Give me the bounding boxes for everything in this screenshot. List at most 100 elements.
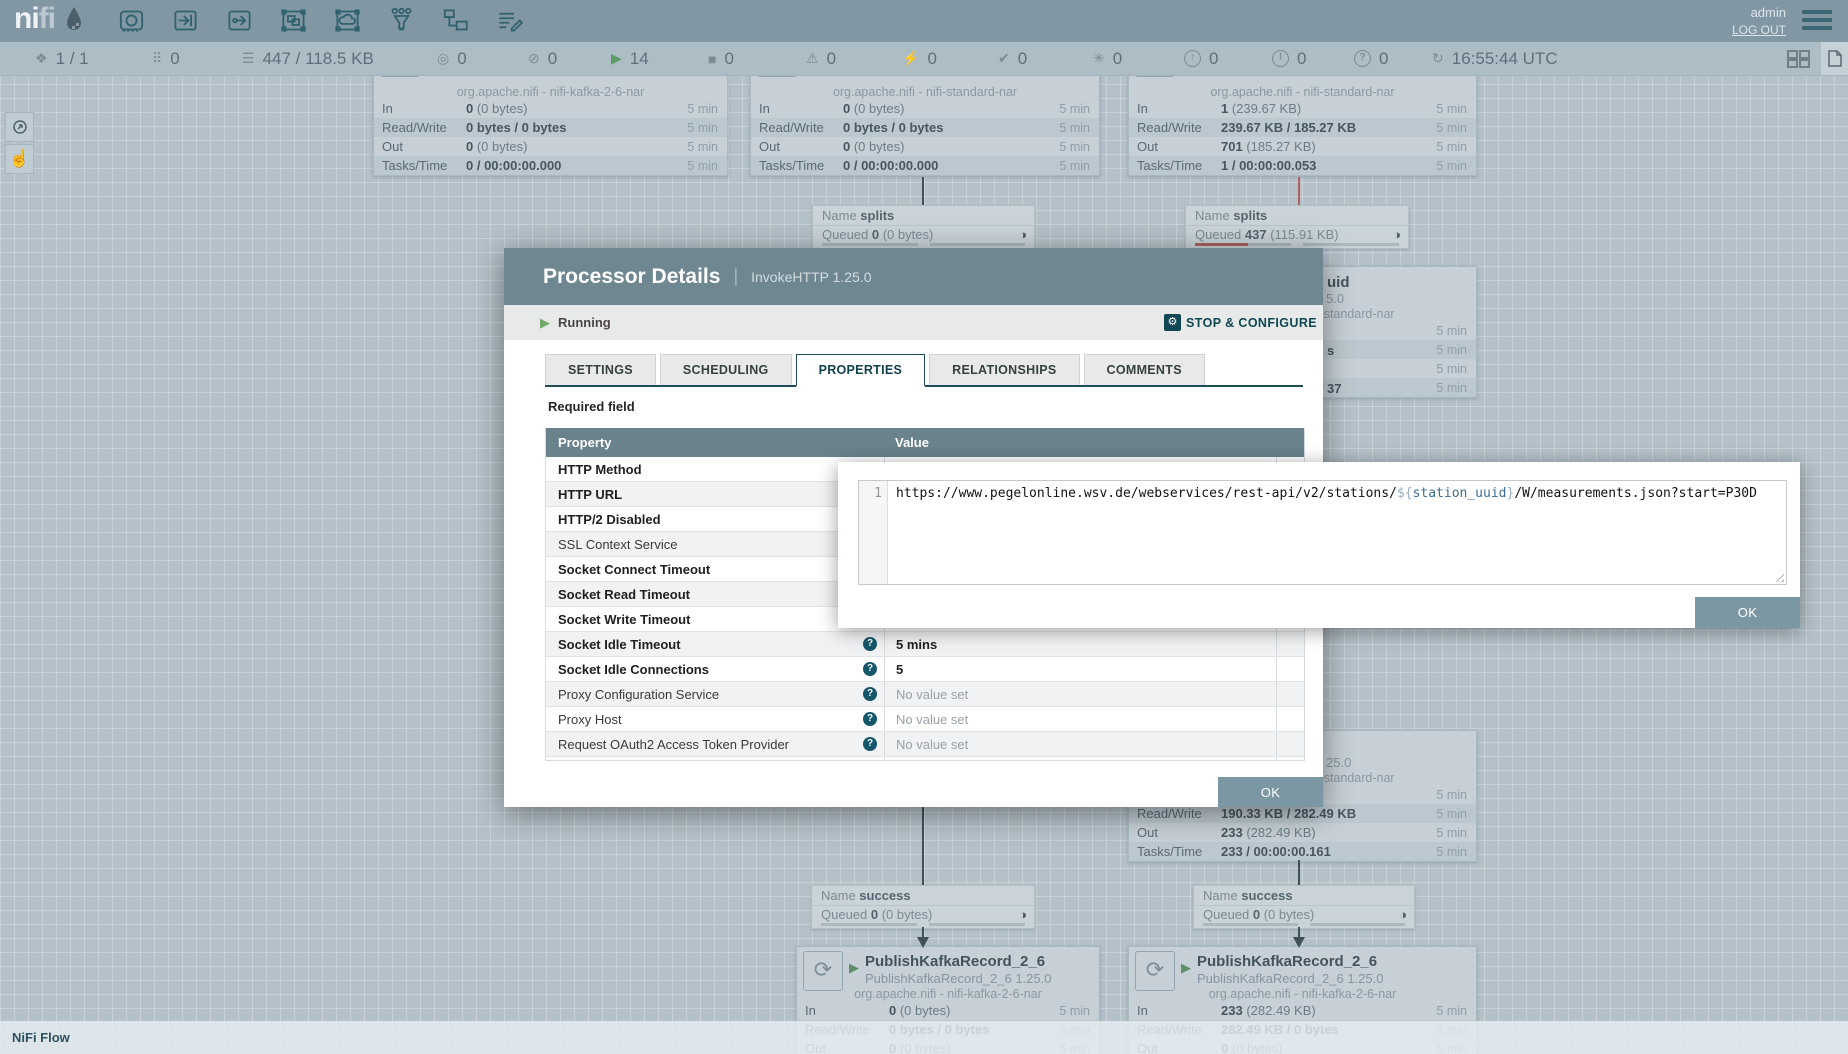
template-tool[interactable] (442, 7, 469, 34)
property-value[interactable]: 5 (884, 657, 1276, 681)
funnel-tool[interactable] (388, 7, 415, 34)
help-question-icon[interactable]: ? (863, 662, 877, 676)
connection-line[interactable] (922, 927, 924, 937)
tab-comments[interactable]: COMMENTS (1084, 354, 1205, 385)
value-column-header: Value (884, 435, 1276, 450)
property-value[interactable]: No value set (884, 682, 1276, 706)
status-threads-count: 0 (170, 49, 179, 69)
status-invalid: ⚠0 (806, 42, 836, 75)
stat-row: Tasks/Time0 / 00:00:00.0005 min (751, 156, 1099, 175)
output-port-tool[interactable] (226, 7, 253, 34)
load-balance-icon: ◑ (1393, 226, 1401, 243)
tab-properties[interactable]: PROPERTIES (796, 354, 926, 387)
processor-tool[interactable] (118, 7, 145, 34)
compass-arrow-icon (12, 119, 28, 135)
current-user: admin (1732, 5, 1786, 20)
status-stopped-count: 0 (724, 49, 733, 69)
stat-row: Tasks/Time0 / 00:00:00.0005 min (374, 156, 727, 175)
tab-scheduling[interactable]: SCHEDULING (660, 354, 792, 385)
value-editor[interactable]: 1 https://www.pegelonline.wsv.de/webserv… (858, 480, 1787, 585)
dialog-ok-button[interactable]: OK (1218, 777, 1323, 807)
value-editor-code[interactable]: https://www.pegelonline.wsv.de/webservic… (888, 481, 1786, 584)
connection-name: Name success (1194, 886, 1414, 906)
property-extra-cell (1276, 682, 1304, 706)
stat-row: Tasks/Time1 / 00:00:00.0535 min (1129, 156, 1476, 175)
logout-link[interactable]: LOG OUT (1732, 23, 1786, 37)
processor-bundle: org.apache.nifi - nifi-standard-nar (751, 85, 1099, 99)
stat-row: Read/Write0 bytes / 0 bytes5 min (374, 118, 727, 137)
editor-ok-button[interactable]: OK (1695, 597, 1800, 628)
property-name: Socket Connect Timeout? (546, 557, 884, 581)
logo-text-ni: ni (14, 2, 39, 35)
partial-text-fragment: 5.0 (1326, 291, 1344, 306)
processor-type-icon: ⟳ (803, 951, 843, 991)
grid-toggle-icon[interactable] (1787, 50, 1811, 68)
input-port-tool[interactable] (172, 7, 199, 34)
status-transmitting-count: 0 (457, 49, 466, 69)
processor-bundle: org.apache.nifi - nifi-kafka-2-6-nar (374, 85, 727, 99)
property-value[interactable]: No value set (884, 732, 1276, 756)
status-locally-modified-stale-count: 0 (1297, 49, 1306, 69)
refresh-icon[interactable]: ↻ (1432, 50, 1444, 67)
stat-row: Read/Write0 bytes / 0 bytes5 min (751, 118, 1099, 137)
remote-process-group-tool[interactable] (334, 7, 361, 34)
connection-line[interactable] (922, 807, 924, 885)
help-question-icon[interactable]: ? (863, 712, 877, 726)
help-question-icon[interactable]: ? (863, 687, 877, 701)
property-row[interactable]: Socket Idle Timeout?5 mins (546, 632, 1304, 657)
stat-row: Out701 (185.27 KB)5 min (1129, 137, 1476, 156)
url-segment-plain: https://www.pegelonline.wsv.de/webservic… (896, 486, 1397, 501)
property-row[interactable]: Proxy Host?No value set (546, 707, 1304, 732)
status-up-to-date-count: 0 (1018, 49, 1027, 69)
connection-line[interactable] (1298, 927, 1300, 937)
navigate-palette-button[interactable] (5, 112, 34, 142)
top-header-bar: nifi admin LOG OUT (0, 0, 1848, 42)
processor-title: PublishKafkaRecord_2_6 (865, 953, 1045, 970)
threads-icon: ⠿ (152, 50, 162, 67)
property-name: Request OAuth2 Access Token Provider? (546, 732, 884, 756)
property-row[interactable]: Request Username?No value set (546, 757, 1304, 761)
summary-panel-button[interactable] (1821, 42, 1848, 75)
processor-bundle: org.apache.nifi - nifi-kafka-2-6-nar (1129, 987, 1476, 1001)
connection-line[interactable] (1298, 177, 1300, 205)
connection-label-success[interactable]: Name successQueued 0 (0 bytes)◑ (811, 885, 1035, 929)
running-triangle-icon: ▶ (849, 960, 859, 976)
property-name: HTTP Method? (546, 457, 884, 481)
property-name: SSL Context Service? (546, 532, 884, 556)
logo-text-fi: fi (39, 2, 55, 35)
processor-type-icon: ⟳ (1135, 951, 1175, 991)
cluster-icon: ❖ (35, 50, 48, 67)
property-column-header: Property (546, 435, 884, 450)
property-row[interactable]: Request OAuth2 Access Token Provider?No … (546, 732, 1304, 757)
property-value[interactable]: No value set (884, 707, 1276, 731)
locally-modified-stale-icon: ! (1272, 50, 1289, 67)
status-locally-modified-stale: !0 (1272, 42, 1306, 75)
status-invalid-count: 0 (827, 49, 836, 69)
operate-palette-button[interactable]: ☝ (5, 144, 34, 174)
global-menu-button[interactable] (1802, 10, 1832, 30)
stop-and-configure-button[interactable]: ⚙ STOP & CONFIGURE (1164, 305, 1317, 340)
connection-label-splits[interactable]: Name splitsQueued 437 (115.91 KB)◑ (1185, 205, 1409, 249)
help-question-icon[interactable]: ? (863, 737, 877, 751)
tab-relationships[interactable]: RELATIONSHIPS (929, 354, 1079, 385)
connection-label-success[interactable]: Name successQueued 0 (0 bytes)◑ (1193, 885, 1415, 929)
breadcrumb[interactable]: NiFi Flow (12, 1030, 70, 1045)
tab-settings[interactable]: SETTINGS (545, 354, 656, 385)
connection-label-splits[interactable]: Name splitsQueued 0 (0 bytes)◑ (812, 205, 1035, 249)
help-question-icon[interactable]: ? (863, 637, 877, 651)
processor-bundle: org.apache.nifi - nifi-standard-nar (1129, 85, 1476, 99)
property-value[interactable]: 5 mins (884, 632, 1276, 656)
label-tool[interactable] (496, 7, 523, 34)
process-group-tool[interactable] (280, 7, 307, 34)
status-not-transmitting-count: 0 (548, 49, 557, 69)
status-stale-count: 0 (1209, 49, 1218, 69)
load-balance-icon: ◑ (1019, 906, 1027, 923)
property-row[interactable]: Socket Idle Connections?5 (546, 657, 1304, 682)
property-value[interactable]: No value set (884, 757, 1276, 761)
invalid-icon: ⚠ (806, 50, 819, 67)
processor-type: PublishKafkaRecord_2_6 1.25.0 (865, 971, 1051, 986)
connection-line[interactable] (922, 177, 924, 205)
status-disabled-count: 0 (927, 49, 936, 69)
connection-line[interactable] (1298, 860, 1300, 885)
property-row[interactable]: Proxy Configuration Service?No value set (546, 682, 1304, 707)
